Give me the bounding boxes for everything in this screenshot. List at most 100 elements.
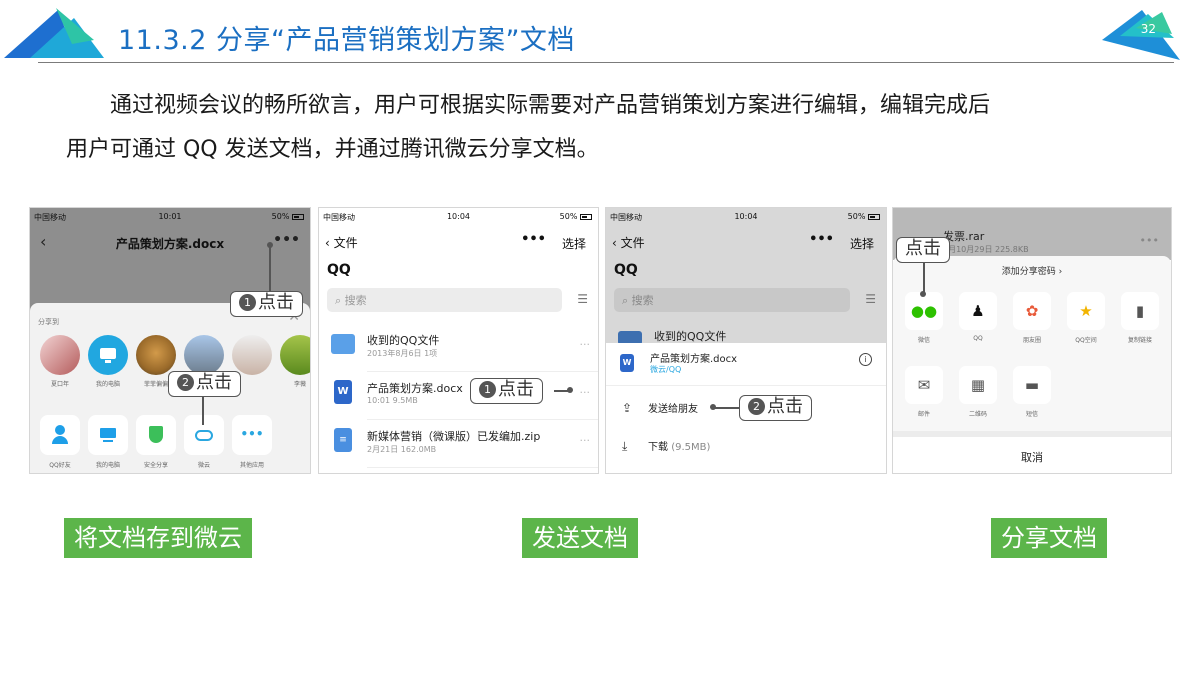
avatar bbox=[232, 335, 272, 375]
computer-icon bbox=[88, 415, 128, 455]
shield-icon bbox=[136, 415, 176, 455]
select-button[interactable]: 选择 bbox=[562, 235, 586, 252]
label-send-document: 发送文档 bbox=[522, 518, 638, 558]
avatar bbox=[184, 335, 224, 375]
share-qzone[interactable]: ★ QQ空间 bbox=[1067, 292, 1105, 344]
callout-step-1: 1 点击 bbox=[230, 291, 303, 317]
search-icon: ⌕ bbox=[335, 294, 342, 307]
download-action[interactable]: ⤓ 下载 (9.5MB) bbox=[622, 438, 710, 454]
back-button[interactable]: ‹ 文件 bbox=[325, 234, 358, 251]
message-icon: ▬ bbox=[1013, 366, 1051, 404]
label-share-document: 分享文档 bbox=[991, 518, 1107, 558]
avatar bbox=[40, 335, 80, 375]
zip-file-icon: ≡ bbox=[334, 428, 352, 452]
word-file-icon: W bbox=[334, 380, 352, 404]
more-button[interactable]: ••• bbox=[1140, 234, 1159, 247]
battery-indicator: 50% bbox=[272, 212, 304, 221]
folder-title: QQ bbox=[614, 262, 638, 278]
share-sheet: 添加分享密码 › ●● 微信 ♟ QQ ✿ 朋友圈 ★ QQ空间 ▮ 复制链接 ✉ 邮件 ▦… bbox=[893, 256, 1171, 473]
screenshot-send-document: 中国移动 10:04 50% ‹ 文件 ••• 选择 QQ ⌕ 搜索 ☰ 收到的… bbox=[318, 207, 599, 474]
search-icon: ⌕ bbox=[622, 294, 629, 307]
callout-line bbox=[923, 263, 925, 293]
app-weiyun[interactable]: 微云 bbox=[182, 415, 226, 469]
more-button[interactable]: ••• bbox=[273, 232, 300, 248]
battery-icon bbox=[868, 213, 880, 220]
callout-click: 点击 bbox=[896, 237, 950, 263]
callout-step-2: 2 点击 bbox=[168, 371, 241, 397]
header-decoration-left bbox=[4, 8, 104, 58]
row-more-icon[interactable]: ··· bbox=[580, 338, 591, 351]
word-file-icon: W bbox=[620, 354, 634, 372]
intro-line-2: 用户可通过 QQ 发送文档，并通过腾讯微云分享文档。 bbox=[66, 137, 599, 162]
sheet-doc-source: 微云/QQ bbox=[650, 365, 682, 374]
dimmed-background bbox=[606, 208, 886, 343]
callout-step-2: 2 点击 bbox=[739, 395, 812, 421]
callout-line bbox=[202, 397, 204, 425]
row-more-icon[interactable]: ··· bbox=[580, 434, 591, 447]
sort-icon[interactable]: ☰ bbox=[865, 292, 876, 306]
avatar bbox=[136, 335, 176, 375]
shared-file-meta: 2月10月29日 225.8KB bbox=[943, 245, 1029, 254]
cancel-button[interactable]: 取消 bbox=[893, 431, 1171, 473]
app-other[interactable]: ••• 其他应用 bbox=[230, 415, 274, 469]
screenshot-send-to-friend: 中国移动 10:04 50% ‹ 文件 ••• 选择 QQ ⌕ 搜索 ☰ 收到的… bbox=[605, 207, 887, 474]
callout-line bbox=[269, 246, 271, 292]
callout-anchor bbox=[567, 387, 573, 393]
file-row[interactable]: 发票 bbox=[319, 466, 598, 473]
star-icon: ★ bbox=[1067, 292, 1105, 330]
add-password-link[interactable]: 添加分享密码 › bbox=[893, 264, 1171, 277]
app-secure-share[interactable]: 安全分享 bbox=[134, 415, 178, 469]
folder-title: QQ bbox=[327, 262, 351, 278]
app-qq-friend[interactable]: QQ好友 bbox=[38, 415, 82, 469]
page-number: 32 bbox=[1140, 22, 1156, 36]
sheet-doc-name: 产品策划方案.docx bbox=[650, 354, 738, 365]
select-button[interactable]: 选择 bbox=[850, 235, 874, 252]
qq-friend-icon bbox=[40, 415, 80, 455]
contact-item[interactable]: 我的电脑 bbox=[88, 335, 128, 388]
file-row[interactable]: 收到的QQ文件 2013年8月6日 1项 ··· bbox=[319, 324, 598, 372]
sort-icon[interactable]: ☰ bbox=[577, 292, 588, 306]
back-button[interactable]: ‹ 文件 bbox=[612, 234, 645, 251]
contact-item[interactable]: 夏口年 bbox=[40, 335, 80, 388]
qrcode-icon: ▦ bbox=[959, 366, 997, 404]
send-to-friend-action[interactable]: ⇪ 发送给朋友 bbox=[622, 400, 698, 415]
computer-avatar bbox=[88, 335, 128, 375]
cloud-icon bbox=[184, 415, 224, 455]
share-wechat[interactable]: ●● 微信 bbox=[905, 292, 943, 344]
search-input[interactable]: ⌕ 搜索 bbox=[327, 288, 562, 312]
copy-link[interactable]: ▮ 复制链接 bbox=[1121, 292, 1159, 344]
wechat-icon: ●● bbox=[905, 292, 943, 330]
folder-icon bbox=[331, 334, 355, 354]
share-qq[interactable]: ♟ QQ bbox=[959, 292, 997, 342]
more-button[interactable]: ••• bbox=[809, 232, 834, 247]
download-icon: ⤓ bbox=[622, 439, 628, 453]
more-button[interactable]: ••• bbox=[521, 232, 546, 247]
row-more-icon[interactable]: ··· bbox=[580, 386, 591, 399]
clock: 10:01 bbox=[158, 212, 182, 221]
share-sms[interactable]: ▬ 短信 bbox=[1013, 366, 1051, 418]
slide-title: 11.3.2 分享“产品营销策划方案”文档 bbox=[118, 25, 575, 56]
callout-anchor bbox=[920, 291, 926, 297]
file-row[interactable]: ≡ 新媒体营销（微课版）已发编加.zip 2月21日 162.0MB ··· bbox=[319, 420, 598, 468]
battery-icon bbox=[292, 213, 304, 220]
status-bar: 中国移动 10:01 50% bbox=[30, 212, 310, 224]
moments-icon: ✿ bbox=[1013, 292, 1051, 330]
info-icon[interactable]: i bbox=[859, 353, 872, 366]
share-sheet-title: 分享到 bbox=[38, 318, 59, 326]
file-row[interactable]: W 产品策划方案.docx 10:01 9.5MB ··· bbox=[319, 372, 598, 420]
mail-icon: ✉ bbox=[905, 366, 943, 404]
status-bar: 中国移动 10:04 50% bbox=[606, 212, 886, 224]
header-decoration-right bbox=[1102, 10, 1180, 60]
contact-item[interactable]: 李薇 bbox=[280, 335, 310, 388]
label-save-to-weiyun: 将文档存到微云 bbox=[64, 518, 252, 558]
status-bar: 中国移动 10:04 50% bbox=[319, 212, 598, 224]
copy-icon: ▮ bbox=[1121, 292, 1159, 330]
search-input[interactable]: ⌕ 搜索 bbox=[614, 288, 850, 312]
app-my-computer[interactable]: 我的电脑 bbox=[86, 415, 130, 469]
share-email[interactable]: ✉ 邮件 bbox=[905, 366, 943, 418]
qq-penguin-icon: ♟ bbox=[959, 292, 997, 330]
battery-icon bbox=[580, 213, 592, 220]
share-qrcode[interactable]: ▦ 二维码 bbox=[959, 366, 997, 418]
share-moments[interactable]: ✿ 朋友圈 bbox=[1013, 292, 1051, 344]
intro-line-1: 通过视频会议的畅所欲言，用户可根据实际需要对产品营销策划方案进行编辑，编辑完成后 bbox=[110, 93, 991, 118]
